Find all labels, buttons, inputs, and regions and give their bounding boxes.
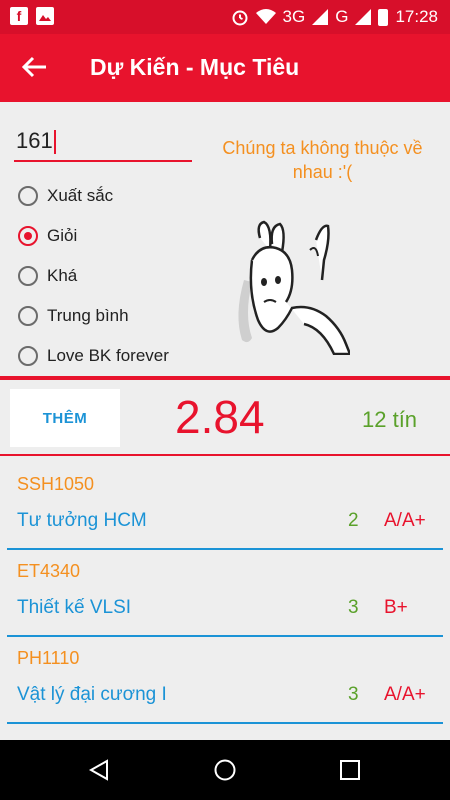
option-label: Xuất sắc (47, 186, 114, 205)
main-content: 161 Chúng ta không thuộc về nhau :'( Xuấ… (0, 102, 450, 754)
add-course-button[interactable]: THÊM (10, 389, 120, 447)
battery-icon (378, 8, 389, 26)
course-item[interactable]: PH1110 Vật lý đại cương I 3 A/A+ (0, 638, 450, 724)
text-caret (53, 130, 56, 155)
gpa-value: 2.84 (175, 391, 265, 443)
status-bar: f 3G G 17:28 (0, 0, 450, 34)
target-input[interactable]: 161 (14, 124, 192, 162)
course-underline (7, 635, 443, 637)
course-name: Thiết kế VLSI (17, 597, 132, 618)
option-xuat-sac[interactable]: Xuất sắc (18, 176, 169, 216)
option-label: Giỏi (47, 226, 78, 245)
option-love-bk[interactable]: Love BK forever (18, 336, 169, 376)
course-underline (7, 548, 443, 550)
system-nav-bar (0, 740, 450, 800)
nav-home-icon[interactable] (213, 758, 237, 782)
page-title: Dự Kiến - Mục Tiêu (90, 54, 300, 80)
course-code: PH1110 (17, 648, 80, 668)
option-label: Khá (47, 266, 78, 285)
total-credits: 12 tín (362, 407, 418, 432)
course-item[interactable]: ET4340 Thiết kế VLSI 3 B+ (0, 551, 450, 637)
option-label: Love BK forever (47, 346, 169, 365)
radio-button-selected[interactable] (18, 226, 38, 246)
course-name: Tư tưởng HCM (17, 510, 147, 531)
option-label: Trung bình (47, 306, 129, 325)
radio-button[interactable] (18, 186, 38, 206)
summary-bar: THÊM 2.84 12 tín (0, 380, 450, 454)
status-icons: 3G G 17:28 (231, 7, 438, 27)
network-3g-label: 3G (282, 7, 306, 26)
radio-button[interactable] (18, 346, 38, 366)
radio-button[interactable] (18, 266, 38, 286)
radio-button[interactable] (18, 306, 38, 326)
course-code: SSH1050 (17, 474, 95, 494)
course-code: ET4340 (17, 561, 81, 581)
clock: 17:28 (395, 7, 438, 26)
course-item[interactable]: SSH1050 Tư tưởng HCM 2 A/A+ (0, 464, 450, 550)
course-grade[interactable]: B+ (384, 597, 408, 619)
grade-option-group: Xuất sắc Giỏi Khá Trung bình Love BK for… (18, 176, 169, 376)
course-grade[interactable]: A/A+ (384, 684, 426, 706)
course-grade[interactable]: A/A+ (384, 510, 426, 532)
course-credits: 2 (348, 510, 359, 531)
nav-back-icon[interactable] (87, 758, 111, 782)
result-message: Chúng ta không thuộc về nhau :'( (222, 138, 423, 182)
signal-strength-icon (312, 9, 329, 25)
network-g-label: G (335, 7, 349, 26)
option-trung-binh[interactable]: Trung bình (18, 296, 169, 336)
back-arrow-icon[interactable] (20, 52, 50, 82)
course-underline (7, 722, 443, 724)
target-input-value: 161 (16, 128, 53, 153)
facebook-icon: f (10, 7, 28, 25)
nav-recents-icon[interactable] (338, 758, 362, 782)
course-credits: 3 (348, 684, 359, 705)
notification-icons: f (10, 7, 54, 25)
wifi-icon (255, 9, 276, 24)
alarm-icon (232, 10, 248, 26)
section-divider-2 (0, 454, 450, 456)
app-bar: Dự Kiến - Mục Tiêu (0, 34, 450, 102)
course-credits: 3 (348, 597, 359, 618)
option-kha[interactable]: Khá (18, 256, 169, 296)
sad-character-sticker (238, 220, 350, 355)
option-gioi[interactable]: Giỏi (18, 216, 169, 256)
signal-strength-icon-2 (355, 9, 372, 25)
course-name: Vật lý đại cương I (17, 684, 167, 705)
gallery-icon (36, 7, 54, 25)
